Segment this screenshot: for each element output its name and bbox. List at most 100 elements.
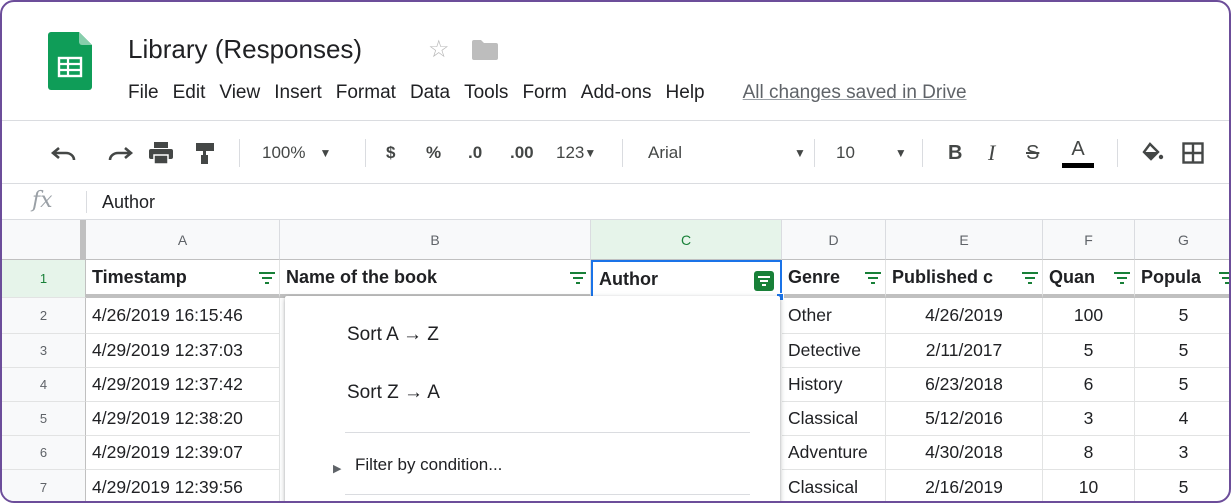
column-header-e[interactable]: E bbox=[886, 220, 1043, 260]
cell-timestamp[interactable]: 4/29/2019 12:38:20 bbox=[86, 402, 280, 436]
menu-bar: File Edit View Insert Format Data Tools … bbox=[128, 80, 967, 106]
menu-format[interactable]: Format bbox=[336, 82, 396, 104]
menu-tools[interactable]: Tools bbox=[464, 82, 508, 104]
header-cell-published[interactable]: Published c bbox=[886, 260, 1043, 298]
bold-button[interactable]: B bbox=[948, 121, 962, 185]
cell-published[interactable]: 5/12/2016 bbox=[886, 402, 1043, 436]
text-color-button[interactable]: A bbox=[1062, 121, 1094, 185]
column-header-f[interactable]: F bbox=[1043, 220, 1135, 260]
fill-color-icon[interactable] bbox=[1140, 121, 1164, 185]
filter-icon[interactable] bbox=[1114, 272, 1130, 284]
row-header[interactable]: 5 bbox=[2, 402, 86, 436]
column-header-b[interactable]: B bbox=[280, 220, 591, 260]
font-family-select[interactable]: Arial ▼ bbox=[648, 121, 806, 185]
cell-genre[interactable]: Classical bbox=[782, 402, 886, 436]
header-cell-genre[interactable]: Genre bbox=[782, 260, 886, 298]
cell-published[interactable]: 2/11/2017 bbox=[886, 334, 1043, 368]
menu-view[interactable]: View bbox=[219, 82, 260, 104]
filter-icon[interactable] bbox=[1219, 272, 1231, 284]
header-cell-popularity[interactable]: Popula bbox=[1135, 260, 1231, 298]
sheets-logo-icon[interactable] bbox=[48, 32, 92, 90]
menu-form[interactable]: Form bbox=[522, 82, 566, 104]
cell-published[interactable]: 2/16/2019 bbox=[886, 470, 1043, 501]
menu-help[interactable]: Help bbox=[666, 82, 705, 104]
cell-popularity[interactable]: 4 bbox=[1135, 402, 1229, 436]
row-header[interactable]: 4 bbox=[2, 368, 86, 402]
menu-edit[interactable]: Edit bbox=[173, 82, 206, 104]
column-header-c[interactable]: C bbox=[591, 220, 782, 260]
increase-decimal-button[interactable]: .00 bbox=[510, 121, 534, 185]
cell-genre[interactable]: Adventure bbox=[782, 436, 886, 470]
row-header[interactable]: 6 bbox=[2, 436, 86, 470]
cell-popularity[interactable]: 5 bbox=[1135, 334, 1229, 368]
row-header[interactable]: 7 bbox=[2, 470, 86, 501]
toolbar-divider bbox=[622, 139, 623, 167]
cell-genre[interactable]: Classical bbox=[782, 470, 886, 501]
cell-quantity[interactable]: 5 bbox=[1043, 334, 1135, 368]
cell-popularity[interactable]: 5 bbox=[1135, 368, 1229, 402]
cell-timestamp[interactable]: 4/29/2019 12:39:07 bbox=[86, 436, 280, 470]
sort-z-to-a-option[interactable]: Sort Z → A bbox=[347, 382, 440, 404]
undo-icon[interactable] bbox=[50, 121, 78, 185]
cell-genre[interactable]: Other bbox=[782, 298, 886, 334]
cell-quantity[interactable]: 3 bbox=[1043, 402, 1135, 436]
currency-format-button[interactable]: $ bbox=[386, 121, 395, 185]
cell-quantity[interactable]: 8 bbox=[1043, 436, 1135, 470]
header-cell-quantity[interactable]: Quan bbox=[1043, 260, 1135, 298]
cell-quantity[interactable]: 6 bbox=[1043, 368, 1135, 402]
menu-file[interactable]: File bbox=[128, 82, 159, 104]
cell-timestamp[interactable]: 4/29/2019 12:37:42 bbox=[86, 368, 280, 402]
italic-button[interactable]: I bbox=[988, 121, 995, 185]
column-header-g[interactable]: G bbox=[1135, 220, 1229, 260]
header-label: Genre bbox=[788, 266, 841, 287]
formula-input[interactable]: Author bbox=[102, 192, 155, 213]
header-cell-timestamp[interactable]: Timestamp bbox=[86, 260, 280, 298]
column-header-a[interactable]: A bbox=[86, 220, 280, 260]
save-status-link[interactable]: All changes saved in Drive bbox=[743, 82, 967, 104]
zoom-select[interactable]: 100% ▼ bbox=[262, 121, 331, 185]
cell-published[interactable]: 4/30/2018 bbox=[886, 436, 1043, 470]
more-formats-button[interactable]: 123 ▼ bbox=[556, 121, 596, 185]
filter-icon[interactable] bbox=[865, 272, 881, 284]
redo-icon[interactable] bbox=[106, 121, 134, 185]
font-size-select[interactable]: 10 ▼ bbox=[836, 121, 907, 185]
filter-icon[interactable] bbox=[570, 272, 586, 284]
filter-icon[interactable] bbox=[259, 272, 275, 284]
cell-published[interactable]: 4/26/2019 bbox=[886, 298, 1043, 334]
select-all-corner[interactable] bbox=[2, 220, 86, 260]
sort-a-to-z-option[interactable]: Sort A → Z bbox=[347, 324, 439, 346]
column-header-d[interactable]: D bbox=[782, 220, 886, 260]
menu-addons[interactable]: Add-ons bbox=[581, 82, 652, 104]
row-header[interactable]: 3 bbox=[2, 334, 86, 368]
borders-icon[interactable] bbox=[1182, 121, 1204, 185]
cell-published[interactable]: 6/23/2018 bbox=[886, 368, 1043, 402]
toolbar-divider bbox=[922, 139, 923, 167]
cell-timestamp[interactable]: 4/29/2019 12:39:56 bbox=[86, 470, 280, 501]
percent-format-button[interactable]: % bbox=[426, 121, 441, 185]
cell-popularity[interactable]: 5 bbox=[1135, 470, 1229, 501]
cell-genre[interactable]: Detective bbox=[782, 334, 886, 368]
decrease-decimal-button[interactable]: .0 bbox=[468, 121, 482, 185]
cell-quantity[interactable]: 100 bbox=[1043, 298, 1135, 334]
document-title[interactable]: Library (Responses) bbox=[128, 34, 362, 65]
row-header[interactable]: 1 bbox=[2, 260, 86, 298]
menu-insert[interactable]: Insert bbox=[274, 82, 322, 104]
strikethrough-button[interactable]: S bbox=[1026, 121, 1039, 185]
row-header[interactable]: 2 bbox=[2, 298, 86, 334]
cell-timestamp[interactable]: 4/29/2019 12:37:03 bbox=[86, 334, 280, 368]
print-icon[interactable] bbox=[148, 121, 174, 185]
header-cell-book-name[interactable]: Name of the book bbox=[280, 260, 591, 298]
filter-icon[interactable] bbox=[1022, 272, 1038, 284]
folder-icon[interactable] bbox=[472, 40, 498, 60]
header-cell-author[interactable]: Author bbox=[591, 260, 782, 298]
cell-genre[interactable]: History bbox=[782, 368, 886, 402]
menu-data[interactable]: Data bbox=[410, 82, 450, 104]
paint-format-icon[interactable] bbox=[194, 121, 216, 185]
active-filter-button[interactable] bbox=[754, 271, 774, 291]
filter-by-condition-option[interactable]: Filter by condition... bbox=[355, 455, 502, 475]
cell-popularity[interactable]: 3 bbox=[1135, 436, 1229, 470]
star-icon[interactable]: ☆ bbox=[428, 35, 450, 64]
cell-quantity[interactable]: 10 bbox=[1043, 470, 1135, 501]
cell-timestamp[interactable]: 4/26/2019 16:15:46 bbox=[86, 298, 280, 334]
cell-popularity[interactable]: 5 bbox=[1135, 298, 1229, 334]
